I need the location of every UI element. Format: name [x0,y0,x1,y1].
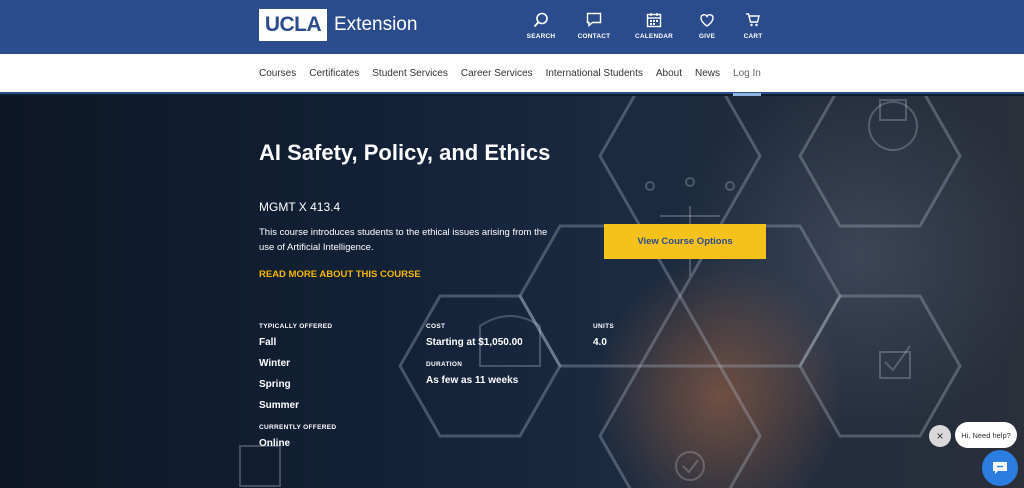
calendar-link[interactable]: CALENDAR [624,12,684,40]
chat-close-button[interactable]: × [929,425,951,447]
view-course-options-button[interactable]: View Course Options [604,224,766,259]
course-code: MGMT X 413.4 [259,200,341,214]
units-label: UNITS [593,323,614,330]
ucla-extension-logo[interactable]: UCLA Extension [259,9,417,41]
search-label: SEARCH [526,33,556,40]
duration-label: DURATION [426,361,463,368]
nav-news[interactable]: News [695,54,720,94]
calendar-icon [646,13,662,28]
chat-launcher-button[interactable] [982,450,1018,486]
contact-link[interactable]: CONTACT [564,12,624,40]
term-fall: Fall [259,337,277,348]
nav-certificates[interactable]: Certificates [309,54,359,94]
main-nav: Courses Certificates Student Services Ca… [0,54,1024,96]
course-description: This course introduces students to the e… [259,227,548,253]
term-winter: Winter [259,358,291,369]
course-title: AI Safety, Policy, and Ethics [259,140,551,165]
course-hero: AI Safety, Policy, and Ethics MGMT X 413… [0,96,1024,488]
give-label: GIVE [698,33,716,40]
search-link[interactable]: SEARCH [518,12,564,40]
term-summer: Summer [259,400,300,411]
duration-value: As few as 11 weeks [426,375,519,386]
nav-student-services[interactable]: Student Services [372,54,448,94]
nav-career-services[interactable]: Career Services [461,54,533,94]
logo-mark: UCLA [259,9,327,41]
nav-about[interactable]: About [656,54,682,94]
chat-icon [586,12,602,28]
nav-log-in[interactable]: Log In [733,54,761,96]
give-link[interactable]: GIVE [684,12,730,40]
units-value: 4.0 [593,337,607,348]
cart-label: CART [743,33,763,40]
cart-link[interactable]: CART [730,12,776,40]
cart-icon [746,13,760,27]
main-nav-list: Courses Certificates Student Services Ca… [259,54,774,96]
nav-courses[interactable]: Courses [259,54,296,94]
calendar-label: CALENDAR [634,33,674,40]
cost-label: COST [426,323,446,330]
read-more-link[interactable]: READ MORE ABOUT THIS COURSE [259,269,421,280]
search-icon [533,12,548,28]
contact-label: CONTACT [577,33,611,40]
chat-prompt-bubble[interactable]: Hi. Need help? [955,422,1017,448]
utility-nav: SEARCH CONTACT CALENDAR GIVE CART [518,12,776,40]
logo-wordmark: Extension [334,14,418,35]
currently-offered-value: Online [259,438,291,449]
nav-international-students[interactable]: International Students [546,54,643,94]
term-spring: Spring [259,379,291,390]
heart-icon [700,14,714,27]
currently-offered-label: CURRENTLY OFFERED [259,424,337,431]
top-header: UCLA Extension SEARCH CONTACT CALENDAR G… [0,0,1024,54]
typically-offered-label: TYPICALLY OFFERED [259,323,333,330]
cost-value: Starting at $1,050.00 [426,337,523,348]
chat-bubble-icon [993,462,1007,474]
